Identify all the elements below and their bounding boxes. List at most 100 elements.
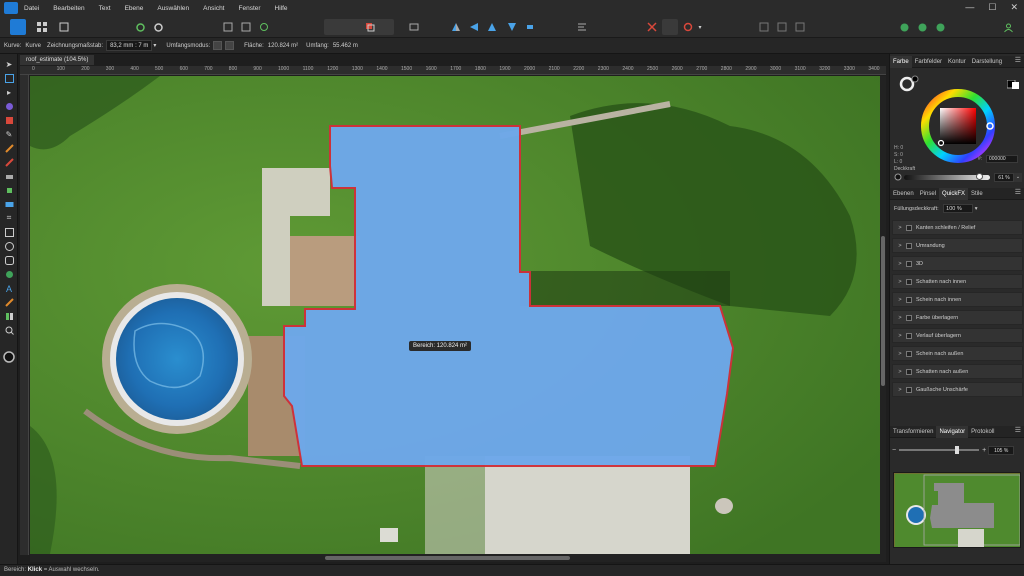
app-logo-icon[interactable] (4, 2, 18, 14)
chevron-right-icon[interactable]: > (896, 279, 904, 285)
share-icon[interactable] (932, 19, 948, 35)
transform-red-icon[interactable] (644, 19, 660, 35)
assistant-icon[interactable] (896, 19, 912, 35)
fx-panel-menu-icon[interactable]: ☰ (1015, 188, 1021, 196)
pen-tool-icon[interactable] (3, 100, 15, 112)
tab-kontur[interactable]: Kontur (945, 59, 969, 65)
snap-corner-icon[interactable] (238, 19, 254, 35)
tab-pinsel[interactable]: Pinsel (917, 191, 939, 197)
snapping-dropdown-icon[interactable]: ▾ (692, 19, 708, 35)
tab-navigator[interactable]: Navigator (936, 425, 969, 438)
tab-stile[interactable]: Stile (968, 191, 986, 197)
fx-item-3d[interactable]: >3D (892, 256, 1023, 271)
node-tool-icon[interactable]: ▸ (3, 86, 15, 98)
fx-checkbox[interactable] (906, 332, 912, 339)
text-tool-icon[interactable]: A (3, 282, 15, 294)
erase-brush-icon[interactable] (3, 170, 15, 182)
move-tool-icon[interactable]: ➤ (3, 58, 15, 70)
document-tab[interactable]: roof_estimate (104.5%) (20, 55, 95, 65)
menu-fenster[interactable]: Fenster (239, 5, 261, 12)
menu-ebene[interactable]: Ebene (125, 5, 144, 12)
flip-vertical-icon[interactable] (504, 19, 520, 35)
perimeter-mode-open-icon[interactable] (213, 41, 223, 50)
fx-checkbox[interactable] (906, 350, 912, 357)
fx-checkbox[interactable] (906, 224, 912, 231)
fx-checkbox[interactable] (906, 278, 912, 285)
vertical-scroll-thumb[interactable] (881, 236, 885, 386)
color-picker-icon[interactable] (3, 296, 15, 308)
opacity-slider-thumb[interactable] (976, 173, 983, 180)
chevron-right-icon[interactable]: > (896, 297, 904, 303)
gradient-tool-icon[interactable] (3, 198, 15, 210)
fx-item-outer-shadow[interactable]: > Schatten nach außen (892, 364, 1023, 379)
persona-designer-icon[interactable] (10, 19, 26, 35)
fx-checkbox[interactable] (906, 386, 912, 393)
tab-quickfx[interactable]: QuickFX (939, 187, 969, 200)
navigator-zoom-field[interactable]: 105 % (988, 445, 1015, 455)
flip-left-icon[interactable] (466, 19, 482, 35)
align-icon[interactable] (406, 19, 422, 35)
grid-icon[interactable] (34, 19, 50, 35)
navigator-zoom-knob[interactable] (955, 446, 960, 454)
opacity-dropdown-button[interactable]: ⌄ (1014, 173, 1022, 182)
navigator-zoom-slider[interactable] (899, 446, 980, 454)
fx-item-bevel[interactable]: > Kanten schleifen / Relief (892, 220, 1023, 235)
rounded-rect-tool-icon[interactable] (3, 254, 15, 266)
chevron-right-icon[interactable]: > (896, 315, 904, 321)
fx-item-inner-glow[interactable]: > Schein nach innen (892, 292, 1023, 307)
ellipse-tool-icon[interactable] (3, 240, 15, 252)
align-center-icon[interactable] (522, 19, 538, 35)
fx-checkbox[interactable] (906, 314, 912, 321)
rotate-icon[interactable] (484, 19, 500, 35)
pixel-tool-icon[interactable] (3, 184, 15, 196)
color-wheel[interactable] (920, 88, 996, 164)
crop-tool-icon[interactable]: ⌗ (3, 212, 15, 224)
distribute-icon[interactable] (574, 19, 590, 35)
fx-checkbox[interactable] (906, 260, 912, 267)
fx-checkbox[interactable] (906, 242, 912, 249)
snap-green-icon[interactable] (256, 19, 272, 35)
artboard-tool-icon[interactable] (3, 72, 15, 84)
fill-tool-icon[interactable] (3, 114, 15, 126)
fx-item-outline[interactable]: > Umrandung (892, 238, 1023, 253)
document-canvas[interactable]: Bereich: 120.824 m² (30, 76, 886, 554)
menu-text[interactable]: Text (99, 5, 111, 12)
rectangle-tool-icon[interactable] (3, 226, 15, 238)
tab-darstellung[interactable]: Darstellung (969, 59, 1005, 65)
fx-checkbox[interactable] (906, 368, 912, 375)
chevron-right-icon[interactable]: > (896, 351, 904, 357)
menu-auswaehlen[interactable]: Auswählen (157, 5, 189, 12)
export-icon[interactable] (914, 19, 930, 35)
vector-brush-icon[interactable] (3, 142, 15, 154)
fx-item-gaussian-blur[interactable]: > Gaußsche Unschärfe (892, 382, 1023, 397)
tab-transformieren[interactable]: Transformieren (890, 429, 936, 435)
snap-toggle-group[interactable] (662, 19, 678, 35)
close-button[interactable]: ✕ (1010, 2, 1018, 13)
settings-gear-icon[interactable] (150, 19, 166, 35)
minimize-button[interactable]: — (965, 2, 974, 13)
tab-protokoll[interactable]: Protokoll (968, 429, 997, 435)
chevron-right-icon[interactable]: > (896, 369, 904, 375)
shape-tool-icon[interactable] (3, 268, 15, 280)
snap-box-icon[interactable] (220, 19, 236, 35)
fx-item-gradient-overlay[interactable]: > Verlauf überlagern (892, 328, 1023, 343)
maximize-button[interactable]: ☐ (988, 2, 996, 13)
chevron-right-icon[interactable]: > (896, 225, 904, 231)
insert-inside-icon[interactable] (792, 19, 808, 35)
document-setup-icon[interactable] (56, 19, 72, 35)
scale-field[interactable]: 83,2 mm : 7 m (106, 40, 153, 51)
color-panel-menu-icon[interactable]: ☰ (1015, 56, 1021, 64)
pencil-tool-icon[interactable]: ✎ (3, 128, 15, 140)
navigator-panel-menu-icon[interactable]: ☰ (1015, 426, 1021, 434)
opacity-value-field[interactable]: 61 % (994, 173, 1014, 182)
chevron-right-icon[interactable]: > (896, 387, 904, 393)
fill-opacity-field[interactable]: 100 % (943, 204, 974, 213)
fx-checkbox[interactable] (906, 296, 912, 303)
insert-behind-icon[interactable] (774, 19, 790, 35)
fx-item-color-overlay[interactable]: > Farbe überlagern (892, 310, 1023, 325)
user-account-icon[interactable] (1000, 19, 1016, 35)
tab-farbe[interactable]: Farbe (890, 55, 912, 68)
boolean-red-icon[interactable] (362, 19, 378, 35)
zoom-out-button[interactable]: − (892, 447, 896, 454)
menu-datei[interactable]: Datei (24, 5, 39, 12)
